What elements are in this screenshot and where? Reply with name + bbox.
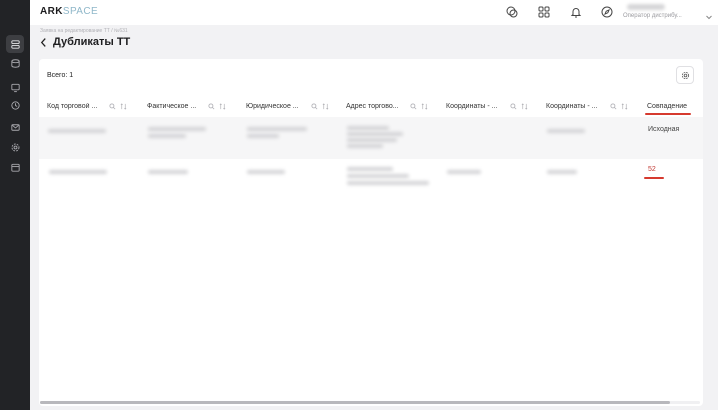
match-value-highlight: [644, 177, 664, 179]
search-icon[interactable]: [610, 102, 617, 110]
sort-icon[interactable]: [521, 102, 528, 110]
top-bar: ARKSPACE: [30, 0, 718, 25]
database-icon: [10, 58, 20, 68]
cell-blurred: [148, 134, 186, 138]
sidebar-item-monitor[interactable]: [6, 78, 24, 96]
cell-blurred: [247, 170, 285, 174]
apps-grid-icon[interactable]: [537, 5, 551, 19]
match-source-label: Исходная: [648, 126, 680, 133]
cell-blurred: [347, 167, 393, 171]
cell-blurred: [547, 170, 577, 174]
settings-icon: [11, 143, 19, 151]
clock-icon: [10, 100, 20, 110]
cell-blurred: [347, 138, 397, 142]
sidebar-item-clock[interactable]: [6, 96, 24, 114]
sidebar: [0, 0, 30, 410]
cell-blurred: [347, 144, 383, 148]
cell-blurred: [347, 181, 429, 185]
duplicates-panel: Всего: 1 Код торговой ... Фактическое ..…: [39, 59, 703, 406]
column-header-address[interactable]: Адрес торгово...: [346, 95, 441, 117]
sidebar-item-calendar[interactable]: [6, 158, 24, 176]
column-header-latitude[interactable]: Координаты - ...: [446, 95, 541, 117]
search-icon[interactable]: [410, 102, 417, 110]
column-header-actual-name[interactable]: Фактическое ...: [147, 95, 242, 117]
search-icon[interactable]: [109, 102, 116, 110]
search-icon[interactable]: [510, 102, 517, 110]
match-header-highlight: [645, 113, 691, 115]
sidebar-item-mail[interactable]: [6, 118, 24, 136]
sort-icon[interactable]: [322, 102, 329, 110]
column-header-longitude[interactable]: Координаты - ...: [546, 95, 641, 117]
bell-icon[interactable]: [569, 5, 583, 19]
sidebar-item-settings[interactable]: [6, 138, 24, 156]
table-header: Код торговой ... Фактическое ... Юридиче…: [39, 95, 703, 117]
cell-blurred: [48, 129, 106, 133]
sort-icon[interactable]: [421, 102, 428, 110]
cell-blurred: [547, 129, 585, 133]
layers-icon: [10, 39, 20, 49]
match-value-link[interactable]: 52: [648, 166, 656, 173]
search-icon[interactable]: [208, 102, 215, 110]
cell-blurred: [347, 126, 389, 130]
gear-icon: [681, 71, 689, 79]
table-settings-button[interactable]: [676, 66, 694, 84]
cell-blurred: [247, 134, 279, 138]
cell-blurred: [49, 170, 107, 174]
table-row-highlight: [591, 159, 703, 191]
cell-blurred: [347, 132, 403, 136]
back-arrow-icon[interactable]: [40, 36, 50, 48]
cell-blurred: [148, 127, 206, 131]
monitor-icon: [10, 83, 20, 92]
compass-icon[interactable]: [600, 5, 614, 19]
user-menu[interactable]: Оператор дистрибу...: [623, 3, 713, 23]
total-count: Всего: 1: [47, 72, 74, 79]
page-header: Дубликаты ТТ: [40, 36, 130, 48]
cell-blurred: [148, 170, 188, 174]
cell-blurred: [247, 127, 307, 131]
page-title: Дубликаты ТТ: [53, 36, 131, 48]
search-icon[interactable]: [311, 102, 318, 110]
calendar-icon: [10, 163, 20, 172]
sidebar-item-database[interactable]: [6, 54, 24, 72]
sort-icon[interactable]: [219, 102, 226, 110]
mail-icon: [10, 123, 20, 131]
app-logo[interactable]: ARKSPACE: [40, 6, 98, 17]
sidebar-item-layers[interactable]: [6, 35, 24, 53]
cell-blurred: [347, 174, 409, 178]
user-role: Оператор дистрибу...: [623, 13, 682, 19]
user-name: [627, 4, 665, 10]
sort-icon[interactable]: [120, 102, 127, 110]
chevron-down-icon[interactable]: [705, 8, 713, 20]
cell-blurred: [447, 170, 481, 174]
sort-icon[interactable]: [621, 102, 628, 110]
column-header-legal-name[interactable]: Юридическое ...: [246, 95, 341, 117]
column-header-code[interactable]: Код торговой ...: [47, 95, 142, 117]
chat-icon[interactable]: [505, 5, 519, 19]
horizontal-scrollbar-thumb[interactable]: [40, 401, 670, 404]
breadcrumb[interactable]: Заявка на редактирование ТТ / №631: [40, 28, 128, 34]
